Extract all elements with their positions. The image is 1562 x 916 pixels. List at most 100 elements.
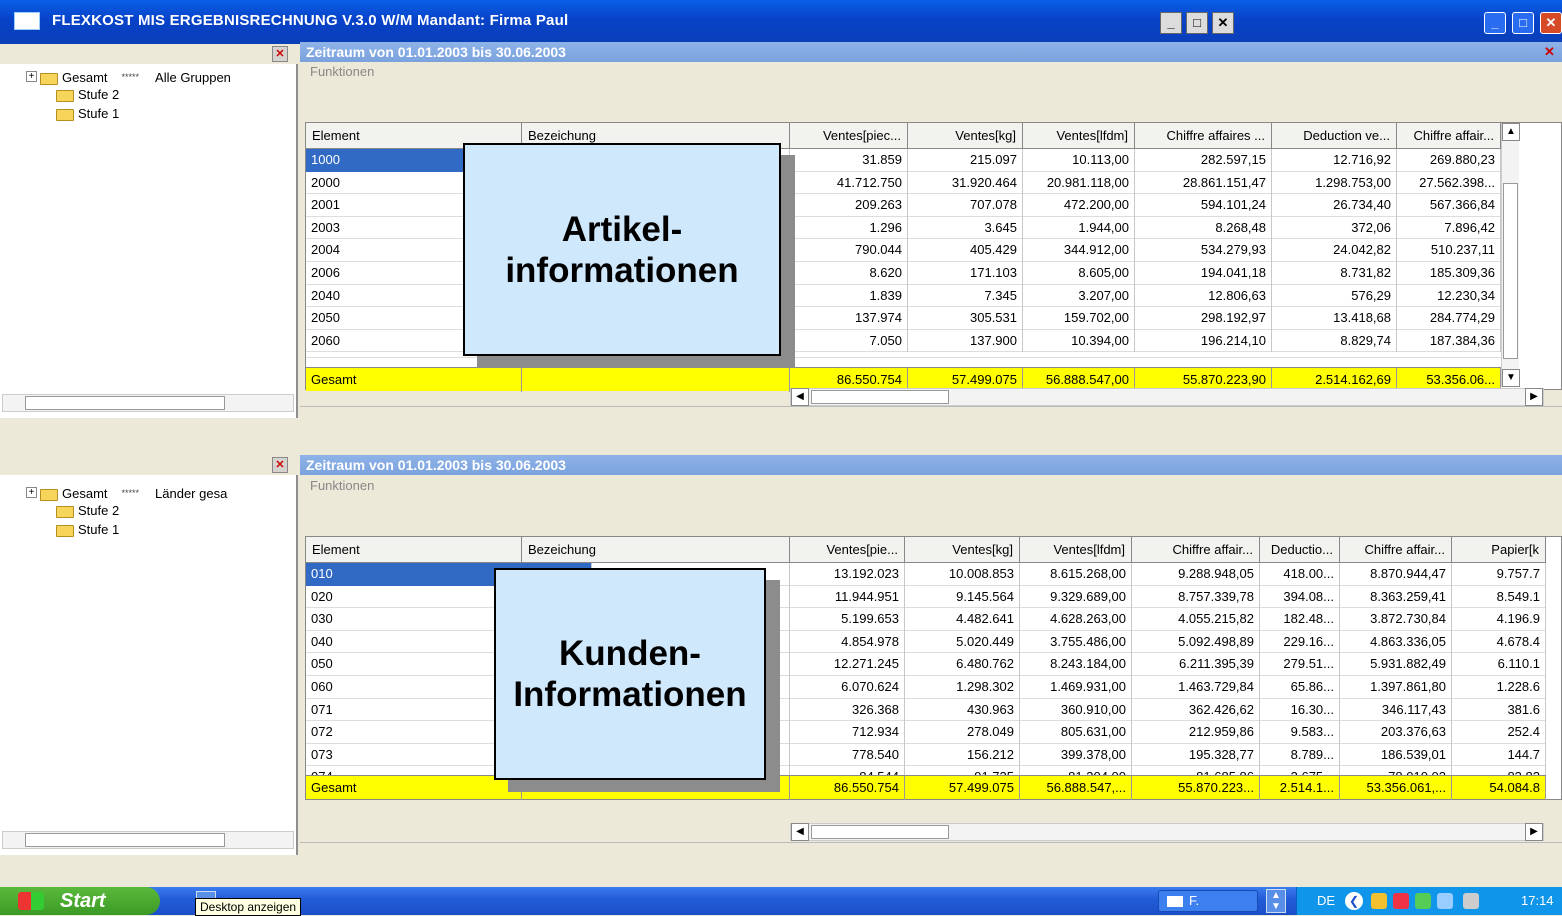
value-cell: 26.734,40 — [1272, 194, 1397, 217]
tray-network-icon[interactable] — [1415, 893, 1431, 909]
value-cell: 12.271.245 — [790, 653, 905, 676]
column-header[interactable]: Papier[k — [1452, 537, 1546, 563]
value-cell: 372,06 — [1272, 216, 1397, 240]
close-button[interactable]: ✕ — [1540, 12, 1562, 34]
table-row[interactable]: 030*****5.199.6534.482.6414.628.263,004.… — [306, 608, 1546, 631]
value-cell: 4.482.641 — [905, 608, 1020, 631]
table-row[interactable]: 050*****12.271.2456.480.7628.243.184,006… — [306, 653, 1546, 676]
value-cell: 8.829,74 — [1272, 329, 1397, 353]
system-tray: DE ❮ 17:14 — [1296, 887, 1562, 915]
column-header[interactable]: Chiffre affair... — [1397, 123, 1501, 149]
total-label: Gesamt — [306, 776, 522, 800]
total-value: 57.499.075 — [905, 776, 1020, 800]
scroll-right-icon[interactable]: ▶ — [1525, 823, 1543, 841]
bottom-grid-hscrollbar[interactable]: ◀ ▶ — [790, 823, 1544, 841]
scroll-thumb[interactable] — [811, 390, 949, 404]
table-row[interactable]: 072*****712.934278.049805.631,00212.959,… — [306, 721, 1546, 744]
restore-button[interactable]: □ — [1512, 12, 1534, 34]
bottom-tree-close-icon[interactable]: ✕ — [272, 457, 288, 473]
column-header[interactable]: Ventes[kg] — [905, 537, 1020, 563]
value-cell: 9.757.7 — [1452, 563, 1546, 586]
tree-expand-icon[interactable]: + — [26, 487, 37, 498]
scroll-thumb[interactable] — [1503, 183, 1518, 359]
column-header[interactable]: Chiffre affair... — [1132, 537, 1260, 563]
language-indicator[interactable]: DE — [1317, 887, 1335, 915]
tree-item-stufe1[interactable]: Stufe 1 — [56, 521, 119, 539]
top-panel-close-icon[interactable]: ✕ — [1544, 44, 1555, 60]
column-header[interactable]: Ventes[pie... — [790, 537, 905, 563]
table-row[interactable]: 010*****13.192.02310.008.8538.615.268,00… — [306, 563, 1546, 586]
column-header[interactable]: Ventes[piec... — [790, 123, 908, 149]
tree-item-gesamt[interactable]: Gesamt ***** Länder gesa — [40, 484, 296, 502]
tray-expand-icon[interactable]: ❮ — [1345, 892, 1363, 910]
value-cell: 209.263 — [790, 194, 908, 217]
scroll-left-icon[interactable]: ◀ — [791, 388, 809, 406]
value-cell: 399.378,00 — [1020, 743, 1132, 767]
tray-app-icon[interactable] — [1371, 893, 1387, 909]
top-grid-hscrollbar[interactable]: ◀ ▶ — [790, 388, 1544, 406]
table-row[interactable]: 040*****4.854.9785.020.4493.755.486,005.… — [306, 630, 1546, 654]
top-tree-hscrollbar[interactable] — [2, 394, 294, 412]
table-row[interactable]: 073*****778.540156.212399.378,00195.328,… — [306, 743, 1546, 767]
value-cell: 27.562.398... — [1397, 171, 1501, 195]
value-cell: 4.196.9 — [1452, 608, 1546, 631]
value-cell: 9.583... — [1260, 721, 1340, 744]
app-icon — [14, 12, 40, 30]
tree-item-stufe2[interactable]: Stufe 2 — [56, 86, 119, 104]
value-cell: 196.214,10 — [1135, 329, 1272, 353]
bottom-functions-menu[interactable]: Funktionen — [302, 476, 1562, 496]
value-cell: 5.092.498,89 — [1132, 630, 1260, 654]
bottom-tree-hscrollbar[interactable] — [2, 831, 294, 849]
taskbar-task-button[interactable]: F. — [1158, 890, 1258, 912]
scroll-left-icon[interactable]: ◀ — [791, 823, 809, 841]
value-cell: 3.872.730,84 — [1340, 608, 1452, 631]
minimize-button[interactable]: _ — [1484, 12, 1506, 34]
value-cell: 194.041,18 — [1135, 262, 1272, 285]
scroll-right-icon[interactable]: ▶ — [1525, 388, 1543, 406]
value-cell: 5.931.882,49 — [1340, 653, 1452, 676]
tree-expand-icon[interactable]: + — [26, 71, 37, 82]
tray-app-icon[interactable] — [1437, 893, 1453, 909]
bottom-period-caption: Zeitraum von 01.01.2003 bis 30.06.2003 — [300, 455, 1562, 475]
start-button[interactable]: Start — [0, 887, 160, 915]
tray-app-icon[interactable] — [1393, 893, 1409, 909]
table-row[interactable]: 071*****326.368430.963360.910,00362.426,… — [306, 698, 1546, 722]
scroll-thumb[interactable] — [25, 396, 225, 410]
column-header[interactable]: Bezeichung — [522, 537, 790, 563]
value-cell: 24.042,82 — [1272, 239, 1397, 262]
value-cell: 1.469.931,00 — [1020, 676, 1132, 699]
top-tree-close-icon[interactable]: ✕ — [272, 46, 288, 62]
inner-minimize-button[interactable]: _ — [1160, 12, 1182, 34]
value-cell: 346.117,43 — [1340, 698, 1452, 722]
tree-item-stufe1[interactable]: Stufe 1 — [56, 105, 119, 123]
top-period-caption: Zeitraum von 01.01.2003 bis 30.06.2003 — [300, 42, 1562, 62]
column-header[interactable]: Ventes[lfdm] — [1023, 123, 1135, 149]
value-cell: 182.48... — [1260, 608, 1340, 631]
windows-flag-icon — [18, 892, 44, 910]
top-functions-menu[interactable]: Funktionen — [302, 62, 1562, 82]
vertical-scrollbar[interactable]: ▲ ▼ — [1501, 123, 1520, 387]
tree-item-stufe2[interactable]: Stufe 2 — [56, 502, 119, 520]
column-header[interactable]: Ventes[lfdm] — [1020, 537, 1132, 563]
tree-item-gesamt[interactable]: Gesamt ***** Alle Gruppen — [40, 68, 296, 86]
taskbar-scroll-icon[interactable]: ▲ ▼ — [1266, 889, 1286, 913]
scroll-thumb[interactable] — [25, 833, 225, 847]
column-header[interactable]: Deduction ve... — [1272, 123, 1397, 149]
scroll-thumb[interactable] — [811, 825, 949, 839]
column-header[interactable]: Deductio... — [1260, 537, 1340, 563]
column-header[interactable]: Element — [306, 537, 522, 563]
inner-close-button[interactable]: ✕ — [1212, 12, 1234, 34]
inner-restore-button[interactable]: □ — [1186, 12, 1208, 34]
scroll-up-icon[interactable]: ▲ — [1502, 123, 1520, 141]
value-cell: 186.539,01 — [1340, 743, 1452, 767]
element-cell: 071 — [306, 698, 522, 722]
column-header[interactable]: Chiffre affaires ... — [1135, 123, 1272, 149]
table-row[interactable]: 060*****6.070.6241.298.3021.469.931,001.… — [306, 676, 1546, 699]
column-header[interactable]: Ventes[kg] — [908, 123, 1023, 149]
table-row[interactable]: 020*****11.944.9519.145.5649.329.689,008… — [306, 585, 1546, 609]
scroll-down-icon[interactable]: ▼ — [1502, 369, 1520, 387]
tray-volume-icon[interactable] — [1463, 893, 1479, 909]
value-cell: 6.110.1 — [1452, 653, 1546, 676]
column-header[interactable]: Chiffre affair... — [1340, 537, 1452, 563]
value-cell: 65.86... — [1260, 676, 1340, 699]
